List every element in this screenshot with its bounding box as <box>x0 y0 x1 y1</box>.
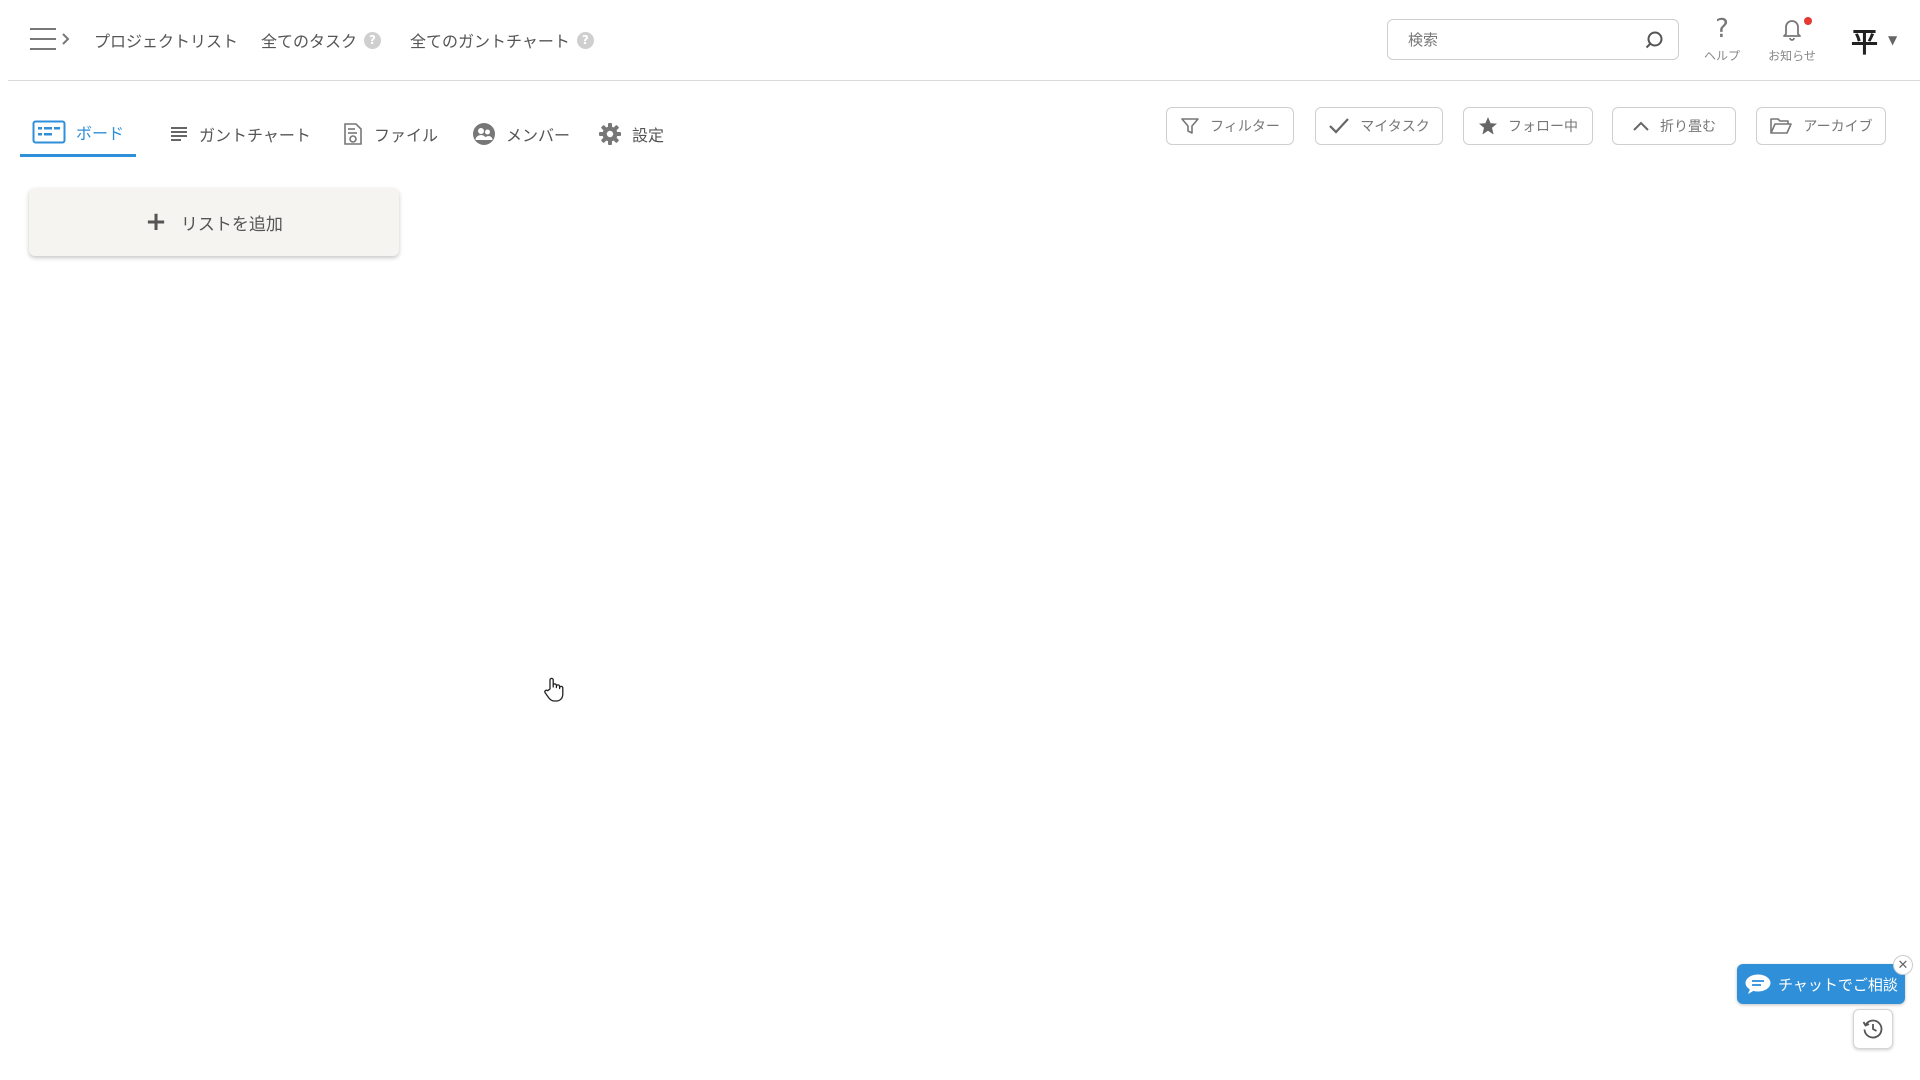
help-label: ヘルプ <box>1703 49 1740 63</box>
tab-members-label: メンバー <box>506 125 571 145</box>
tab-settings-label: 設定 <box>632 125 665 145</box>
tab-files-label: ファイル <box>374 125 439 145</box>
filter-icon <box>1181 118 1199 134</box>
notifications-label: お知らせ <box>1768 49 1816 63</box>
following-label: フォロー中 <box>1508 119 1578 135</box>
add-list-button[interactable]: + リストを追加 <box>29 188 399 256</box>
tab-board[interactable]: ボード <box>20 110 137 157</box>
nav-all-gantt-label: 全てのガントチャート <box>410 32 570 51</box>
chat-bubble-icon <box>1745 974 1771 994</box>
chat-support-label: チャットでご相談 <box>1778 975 1898 994</box>
members-icon <box>473 122 495 145</box>
unread-dot <box>1804 17 1812 25</box>
nav-project-list[interactable]: プロジェクトリスト <box>94 28 238 52</box>
user-avatar-menu[interactable]: 平 ▼ <box>1851 20 1911 60</box>
app-page: プロジェクトリスト 全てのタスク ? 全てのガントチャート ? ? ヘルプ <box>0 0 1920 1080</box>
tab-files[interactable]: ファイル <box>330 110 450 157</box>
search-box <box>1387 19 1679 60</box>
following-button[interactable]: フォロー中 <box>1463 107 1593 145</box>
gear-icon <box>599 122 621 145</box>
collapse-button[interactable]: 折り畳む <box>1612 107 1736 145</box>
tab-gantt-label: ガントチャート <box>199 125 311 145</box>
file-icon <box>344 122 362 145</box>
list-icon <box>171 126 187 141</box>
history-button[interactable] <box>1853 1009 1893 1049</box>
tab-members[interactable]: メンバー <box>460 110 582 157</box>
filter-button[interactable]: フィルター <box>1166 107 1294 145</box>
add-list-label: リストを追加 <box>180 214 283 235</box>
caret-down-icon: ▼ <box>1888 33 1898 47</box>
archive-label: アーカイブ <box>1803 119 1873 135</box>
help-button[interactable]: ? ヘルプ <box>1692 14 1752 68</box>
help-circle-icon[interactable]: ? <box>576 31 594 49</box>
filter-label: フィルター <box>1210 119 1280 135</box>
tab-gantt[interactable]: ガントチャート <box>157 110 323 157</box>
chat-support-button[interactable]: チャットでご相談 <box>1737 964 1905 1004</box>
chat-close-icon[interactable]: ✕ <box>1893 955 1913 975</box>
bell-icon <box>1783 20 1801 41</box>
nav-all-tasks-label: 全てのタスク <box>261 32 358 51</box>
board-icon <box>32 120 66 144</box>
help-circle-icon[interactable]: ? <box>364 31 382 49</box>
search-icon[interactable] <box>1644 30 1664 50</box>
chevron-up-icon <box>1633 121 1649 131</box>
plus-icon: + <box>145 207 167 237</box>
history-icon <box>1862 1019 1883 1039</box>
collapse-label: 折り畳む <box>1660 119 1716 135</box>
folder-open-icon <box>1770 118 1793 134</box>
check-icon <box>1329 118 1350 134</box>
nav-all-gantt[interactable]: 全てのガントチャート ? <box>410 28 594 52</box>
nav-all-tasks[interactable]: 全てのタスク ? <box>261 28 382 52</box>
nav-project-list-label: プロジェクトリスト <box>94 32 239 51</box>
star-icon <box>1479 117 1497 135</box>
pointer-cursor-icon <box>544 677 564 702</box>
tab-settings[interactable]: 設定 <box>586 110 676 157</box>
menu-toggle-icon[interactable] <box>28 24 76 54</box>
avatar: 平 <box>1851 27 1878 59</box>
notifications-button[interactable]: お知らせ <box>1762 14 1822 68</box>
archive-button[interactable]: アーカイブ <box>1756 107 1886 145</box>
tab-board-label: ボード <box>76 124 125 143</box>
search-input[interactable] <box>1408 20 1638 59</box>
question-mark-icon: ? <box>1715 14 1729 44</box>
top-header: プロジェクトリスト 全てのタスク ? 全てのガントチャート ? ? ヘルプ <box>8 0 1920 81</box>
my-tasks-button[interactable]: マイタスク <box>1315 107 1443 145</box>
my-tasks-label: マイタスク <box>1360 119 1430 135</box>
